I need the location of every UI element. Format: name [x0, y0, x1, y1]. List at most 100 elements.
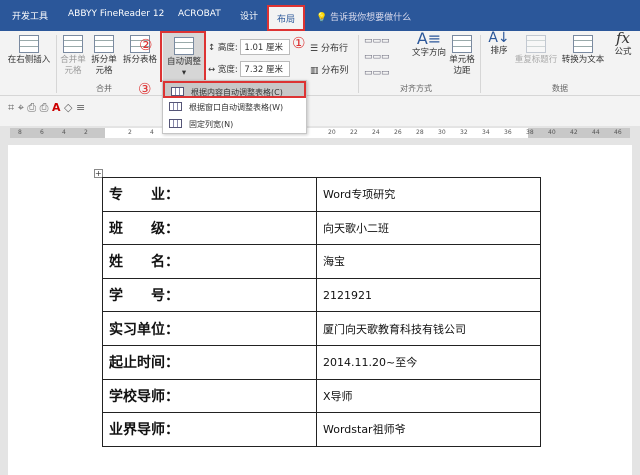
field-value[interactable]: 2121921 [316, 277, 541, 313]
autofit-contents-icon [171, 87, 184, 96]
label: 拆分单元格 [91, 55, 117, 76]
tab-acrobat[interactable]: ACROBAT [178, 9, 221, 19]
text-direction-button[interactable]: A≡ 文字方向 [410, 31, 448, 59]
height-input[interactable]: 1.01 厘米 [240, 39, 291, 55]
cell-alignment-grid[interactable]: ▭▭▭ ▭▭▭ ▭▭▭ [364, 33, 402, 81]
ruler-tick: 6 [40, 129, 44, 136]
ruler-tick: 40 [548, 129, 556, 136]
ruler-tick: 2 [128, 129, 132, 136]
field-label[interactable]: 学 号： [102, 277, 317, 313]
tab-developer[interactable]: 开发工具 [12, 9, 48, 22]
table-row: 专 业： Word专项研究 [102, 177, 541, 212]
height-control: ↕ 高度: 1.01 厘米 [208, 39, 291, 55]
sort-button[interactable]: A↓ 排序 [486, 30, 512, 57]
format-icons: ⌗ ⌖ ⎙ ⎙ A ◇ ≡ [8, 101, 86, 114]
ruler-tick: 4 [150, 129, 154, 136]
ruler-tick: 32 [460, 129, 468, 136]
formula-button[interactable]: fx 公式 [610, 31, 636, 58]
ruler-tick: 46 [614, 129, 622, 136]
field-value[interactable]: 向天歌小二班 [316, 210, 541, 246]
ruler-tick: 2 [84, 129, 88, 136]
label: 合并单元格 [60, 55, 86, 76]
label: 根据窗口自动调整表格(W) [189, 103, 284, 112]
label: 固定列宽(N) [189, 120, 234, 129]
merge-icon [63, 35, 83, 53]
distribute-columns-button[interactable]: ▥ 分布列 [310, 63, 348, 76]
menu-item-autofit-window[interactable]: 根据窗口自动调整表格(W) [163, 98, 306, 115]
label: 根据内容自动调整表格(C) [191, 88, 283, 97]
menu-item-autofit-contents[interactable]: 根据内容自动调整表格(C) [163, 81, 306, 98]
width-input[interactable]: 7.32 厘米 [240, 61, 291, 77]
field-label[interactable]: 姓 名： [102, 244, 317, 279]
label: 分布行 [320, 44, 348, 54]
fx-icon: fx [615, 29, 630, 47]
label: 转换为文本 [561, 55, 605, 65]
table-row: 学 号： 2121921 [102, 277, 541, 313]
callout-2: ② [139, 36, 153, 54]
document-page[interactable]: + 专 业： Word专项研究班 级： 向天歌小二班姓 名： 海宝学 号： 212192… [8, 145, 632, 475]
table-row: 班 级： 向天歌小二班 [102, 210, 541, 246]
convert-to-text-button[interactable]: 转换为文本 [560, 35, 606, 66]
width-label: 宽度: [217, 65, 238, 75]
height-label: 高度: [217, 43, 238, 53]
group-data-label: 数据 [552, 84, 568, 93]
group-align-label: 对齐方式 [400, 84, 432, 93]
split-cells-button[interactable]: 拆分单元格 [90, 35, 118, 77]
table-row: 起止时间： 2014.11.20~至今 [102, 344, 541, 380]
field-value[interactable]: 2014.11.20~至今 [316, 344, 541, 380]
label: 排序 [490, 46, 508, 56]
autofit-dropdown-menu: 根据内容自动调整表格(C) 根据窗口自动调整表格(W) 固定列宽(N) [162, 80, 307, 134]
ruler-tick: 26 [394, 129, 402, 136]
ruler-tick: 20 [328, 129, 336, 136]
tab-abbyy[interactable]: ABBYY FineReader 12 [68, 9, 164, 19]
ruler-tick: 38 [526, 129, 534, 136]
tell-me-search[interactable]: 💡 告诉我你想要做什么 [316, 10, 411, 23]
ruler-tick: 42 [570, 129, 578, 136]
field-value[interactable]: 厦门向天歌教育科技有钱公司 [316, 311, 541, 346]
field-label[interactable]: 专 业： [102, 177, 317, 212]
callout-1: ① [292, 34, 306, 52]
label: 单元格边距 [449, 55, 475, 76]
distribute-rows-button[interactable]: ☰ 分布行 [310, 41, 348, 54]
group-merge-label: 合并 [96, 84, 112, 93]
text-direction-icon: A≡ [416, 29, 442, 48]
ruler-tick: 28 [416, 129, 424, 136]
label: 公式 [614, 47, 632, 57]
field-label[interactable]: 实习单位： [102, 311, 317, 346]
mini-toolbar: ⌗ ⌖ ⎙ ⎙ A ◇ ≡ [0, 96, 640, 126]
ruler-tick: 36 [504, 129, 512, 136]
cell-margins-icon [452, 35, 472, 53]
sort-az-icon: A↓ [488, 30, 510, 46]
repeat-header-icon [526, 35, 546, 53]
table-row: 姓 名： 海宝 [102, 244, 541, 279]
width-control: ↔ 宽度: 7.32 厘米 [208, 61, 291, 77]
insert-right-button[interactable]: 在右侧插入 [6, 35, 52, 66]
field-label[interactable]: 业界导师： [102, 412, 317, 447]
field-value[interactable]: 海宝 [316, 244, 541, 279]
label: 在右侧插入 [7, 55, 51, 65]
label: 拆分表格 [122, 55, 157, 65]
field-label[interactable]: 班 级： [102, 210, 317, 246]
horizontal-ruler[interactable]: 8 6 4 2 2 4 20 22 24 26 28 30 32 34 36 3… [10, 128, 630, 138]
search-text: 告诉我你想要做什么 [330, 13, 412, 23]
field-label[interactable]: 起止时间： [102, 344, 317, 380]
cell-margins-button[interactable]: 单元格边距 [448, 35, 476, 77]
autofit-highlight [160, 31, 206, 82]
field-label[interactable]: 学校导师： [102, 378, 317, 414]
field-value[interactable]: Wordstar祖师爷 [316, 412, 541, 447]
tab-design[interactable]: 设计 [240, 9, 258, 22]
menu-item-fixed-width[interactable]: 固定列宽(N) [163, 115, 306, 132]
ribbon: 在右侧插入 合并单元格 拆分单元格 拆分表格 合并 自动调整 ▾ ↕ 高度: 1.… [0, 31, 640, 96]
split-cells-icon [94, 35, 114, 53]
field-value[interactable]: Word专项研究 [316, 177, 541, 212]
merge-cells-button[interactable]: 合并单元格 [60, 35, 86, 77]
field-value[interactable]: X导师 [316, 378, 541, 414]
ruler-tick: 4 [62, 129, 66, 136]
repeat-header-button[interactable]: 重复标题行 [514, 35, 558, 66]
table-row: 实习单位： 厦门向天歌教育科技有钱公司 [102, 311, 541, 346]
fixed-width-icon [169, 119, 182, 128]
autofit-window-icon [169, 102, 182, 111]
tab-layout[interactable]: 布局 [267, 5, 306, 31]
ruler-tick: 24 [372, 129, 380, 136]
ruler-tick: 8 [18, 129, 22, 136]
